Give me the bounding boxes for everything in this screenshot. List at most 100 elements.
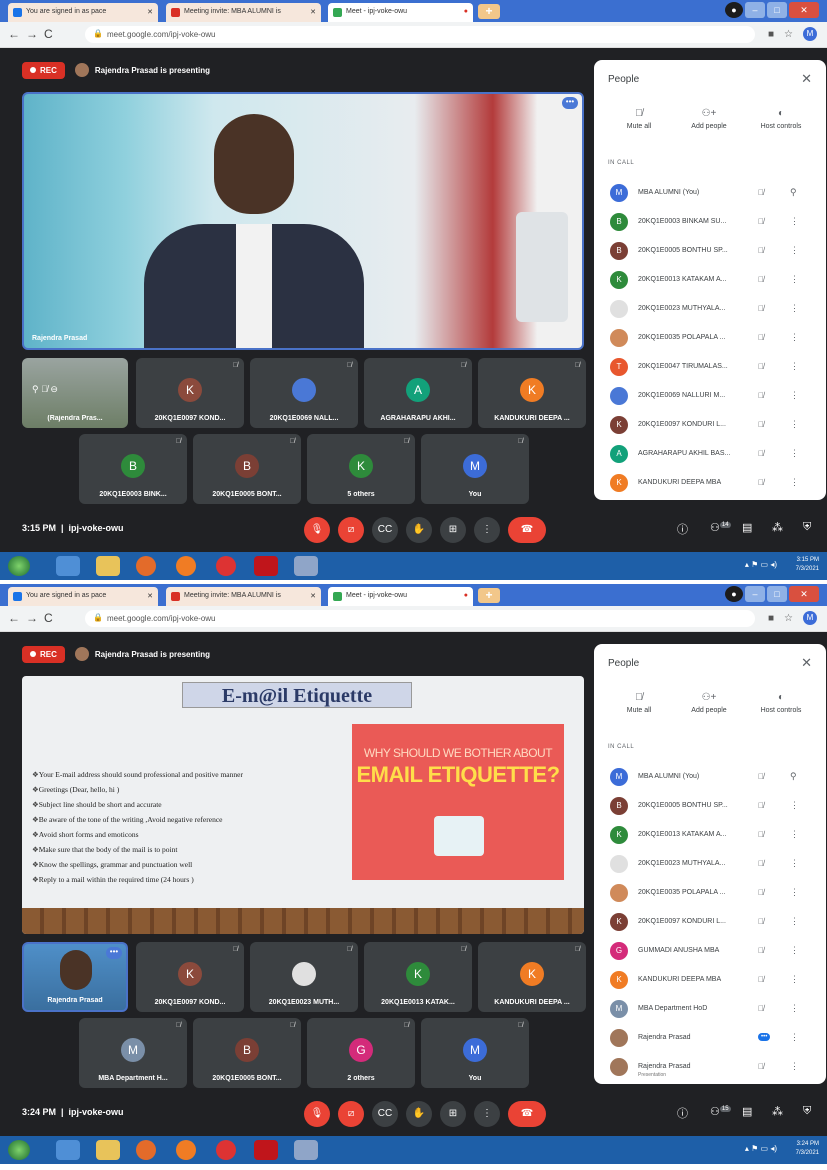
raise-hand-button[interactable]: ✋	[406, 517, 432, 543]
browser-tab[interactable]: Meeting invite: MBA ALUMNI is ✕	[166, 587, 321, 606]
more-vert-icon[interactable]: ⋮	[790, 858, 799, 869]
mic-off-icon[interactable]: 🎙̸	[758, 333, 764, 342]
participant-row[interactable]: B 20KQ1E0005 BONTHU SP... 🎙̸ ⋮	[594, 797, 826, 817]
participant-tile[interactable]: 🎙̸ K 20KQ1E0013 KATAK...	[364, 942, 472, 1012]
captions-button[interactable]: CC	[372, 517, 398, 543]
mic-off-button[interactable]: 🎙	[304, 1101, 330, 1127]
participant-tile[interactable]: 🎙̸ A AGRAHARAPU AKHI...	[364, 358, 472, 428]
close-tab-icon[interactable]: ✕	[147, 592, 153, 600]
mic-off-icon[interactable]: 🎙̸	[758, 217, 764, 226]
captions-button[interactable]: CC	[372, 1101, 398, 1127]
browser-tab[interactable]: Meeting invite: MBA ALUMNI is ✕	[166, 3, 321, 22]
mic-off-icon[interactable]: 🎙̸	[758, 975, 764, 984]
new-tab-button[interactable]: +	[478, 588, 500, 603]
more-vert-icon[interactable]: ⋮	[790, 1003, 799, 1014]
mic-off-icon[interactable]: 🎙̸	[758, 391, 764, 400]
paint-icon[interactable]	[294, 556, 318, 576]
more-options-button[interactable]: ⋮	[474, 517, 500, 543]
media-icon[interactable]	[136, 556, 156, 576]
participant-row[interactable]: 20KQ1E0023 MUTHYALA... 🎙̸ ⋮	[594, 300, 826, 320]
close-panel-icon[interactable]: ✕	[801, 71, 812, 87]
participant-row[interactable]: 20KQ1E0023 MUTHYALA... 🎙̸ ⋮	[594, 855, 826, 875]
mic-off-icon[interactable]: 🎙̸	[758, 275, 764, 284]
participant-row[interactable]: B 20KQ1E0003 BINKAM SU... 🎙̸ ⋮	[594, 213, 826, 233]
raise-hand-button[interactable]: ✋	[406, 1101, 432, 1127]
participant-row[interactable]: A AGRAHARAPU AKHIL BAS... 🎙̸ ⋮	[594, 445, 826, 465]
participant-row[interactable]: 20KQ1E0035 POLAPALA ... 🎙̸ ⋮	[594, 329, 826, 349]
more-vert-icon[interactable]: ⋮	[790, 448, 799, 459]
mic-off-icon[interactable]: 🎙̸	[758, 188, 764, 197]
activities-icon[interactable]: ⁂	[772, 1105, 783, 1118]
ie-icon[interactable]	[56, 556, 80, 576]
participant-row[interactable]: K 20KQ1E0013 KATAKAM A... 🎙̸ ⋮	[594, 826, 826, 846]
ie-icon[interactable]	[56, 1140, 80, 1160]
participant-tile[interactable]: 🎙̸ K KANDUKURI DEEPA ...	[478, 942, 586, 1012]
more-vert-icon[interactable]: ⋮	[790, 916, 799, 927]
start-button[interactable]	[8, 1140, 30, 1160]
close-window-button[interactable]: ✕	[789, 2, 819, 18]
mic-off-icon[interactable]: 🎙̸	[758, 304, 764, 313]
more-vert-icon[interactable]: ⋮	[790, 974, 799, 985]
participant-tile[interactable]: 🎙̸ B 20KQ1E0005 BONT...	[193, 434, 301, 504]
info-icon[interactable]: ⓘ	[677, 1105, 688, 1121]
taskbar-clock[interactable]: 3:24 PM 7/3/2021	[796, 1140, 819, 1158]
close-tab-icon[interactable]: ✕	[310, 8, 316, 16]
presenter-tile[interactable]: Rajendra Prasad •••	[22, 942, 128, 1012]
participant-row[interactable]: K 20KQ1E0013 KATAKAM A... 🎙̸ ⋮	[594, 271, 826, 291]
people-icon[interactable]: ⚇ 14	[710, 521, 731, 534]
maximize-button[interactable]: □	[767, 2, 787, 18]
participant-row[interactable]: Rajendra Prasad Presentation 🎙̸ ⋮	[594, 1058, 826, 1078]
participant-tile[interactable]: 🎙̸ M MBA Department H...	[79, 1018, 187, 1088]
participant-row[interactable]: 20KQ1E0035 POLAPALA ... 🎙̸ ⋮	[594, 884, 826, 904]
pin-icon[interactable]: ⚲	[790, 771, 797, 782]
participant-tile[interactable]: 🎙̸ G 2 others	[307, 1018, 415, 1088]
system-tray[interactable]: ▴ ⚑ ▭ ◂)	[745, 560, 777, 569]
host-controls-button[interactable]: ◐ Host controls	[746, 108, 816, 130]
host-shield-icon[interactable]: ⛨	[803, 1105, 811, 1118]
mic-off-icon[interactable]: 🎙̸	[758, 420, 764, 429]
add-people-button[interactable]: ⚇+ Add people	[674, 108, 744, 130]
browser-tab[interactable]: You are signed in as pace ✕	[8, 587, 158, 606]
info-icon[interactable]: ⓘ	[677, 521, 688, 537]
nav-buttons[interactable]: ←→C	[8, 611, 59, 625]
host-controls-button[interactable]: ◐ Host controls	[746, 692, 816, 714]
tile-hover-icons[interactable]: ⚲ 🎙̸ ⊖	[32, 384, 58, 395]
participant-row[interactable]: B 20KQ1E0005 BONTHU SP... 🎙̸ ⋮	[594, 242, 826, 262]
participant-tile[interactable]: 🎙̸ K KANDUKURI DEEPA ...	[478, 358, 586, 428]
acrobat-icon[interactable]	[254, 1140, 278, 1160]
more-vert-icon[interactable]: ⋮	[790, 945, 799, 956]
profile-icon[interactable]: ●	[725, 2, 743, 18]
more-vert-icon[interactable]: ⋮	[790, 245, 799, 256]
meeting-details[interactable]: 3:24 PM | ipj-voke-owu	[22, 1107, 124, 1117]
self-preview-tile[interactable]: (Rajendra Pras... ⚲ 🎙̸ ⊖	[22, 358, 128, 428]
mic-off-icon[interactable]: 🎙̸	[758, 449, 764, 458]
mic-off-icon[interactable]: 🎙̸	[758, 1004, 764, 1013]
chrome-icon[interactable]	[216, 556, 236, 576]
more-vert-icon[interactable]: ⋮	[790, 216, 799, 227]
more-vert-icon[interactable]: ⋮	[790, 477, 799, 488]
mic-off-icon[interactable]: 🎙̸	[758, 917, 764, 926]
more-vert-icon[interactable]: ⋮	[790, 274, 799, 285]
minimize-button[interactable]: –	[745, 2, 765, 18]
mic-off-icon[interactable]: 🎙̸	[758, 246, 764, 255]
meeting-details[interactable]: 3:15 PM | ipj-voke-owu	[22, 523, 124, 533]
mic-off-icon[interactable]: 🎙̸	[758, 1062, 764, 1071]
more-vert-icon[interactable]: ⋮	[790, 800, 799, 811]
more-vert-icon[interactable]: ⋮	[790, 1032, 799, 1043]
browser-tab[interactable]: You are signed in as pace ✕	[8, 3, 158, 22]
participant-tile[interactable]: 🎙̸ 20KQ1E0069 NALL...	[250, 358, 358, 428]
present-button[interactable]: ⊞	[440, 1101, 466, 1127]
firefox-icon[interactable]	[176, 1140, 196, 1160]
mic-off-icon[interactable]: 🎙̸	[758, 859, 764, 868]
mic-off-icon[interactable]: 🎙̸	[758, 478, 764, 487]
participant-row[interactable]: M MBA ALUMNI (You) 🎙̸ ⚲	[594, 768, 826, 788]
leave-call-button[interactable]: ☎	[508, 1101, 546, 1127]
activities-icon[interactable]: ⁂	[772, 521, 783, 534]
close-tab-icon[interactable]: ✕	[147, 8, 153, 16]
maximize-button[interactable]: □	[767, 586, 787, 602]
mute-all-button[interactable]: 🎙̸ Mute all	[604, 108, 674, 130]
participant-row[interactable]: M MBA ALUMNI (You) 🎙̸ ⚲	[594, 184, 826, 204]
people-icon[interactable]: ⚇ 15	[710, 1105, 731, 1118]
more-vert-icon[interactable]: ⋮	[790, 829, 799, 840]
participant-tile[interactable]: 🎙̸ M You	[421, 434, 529, 504]
